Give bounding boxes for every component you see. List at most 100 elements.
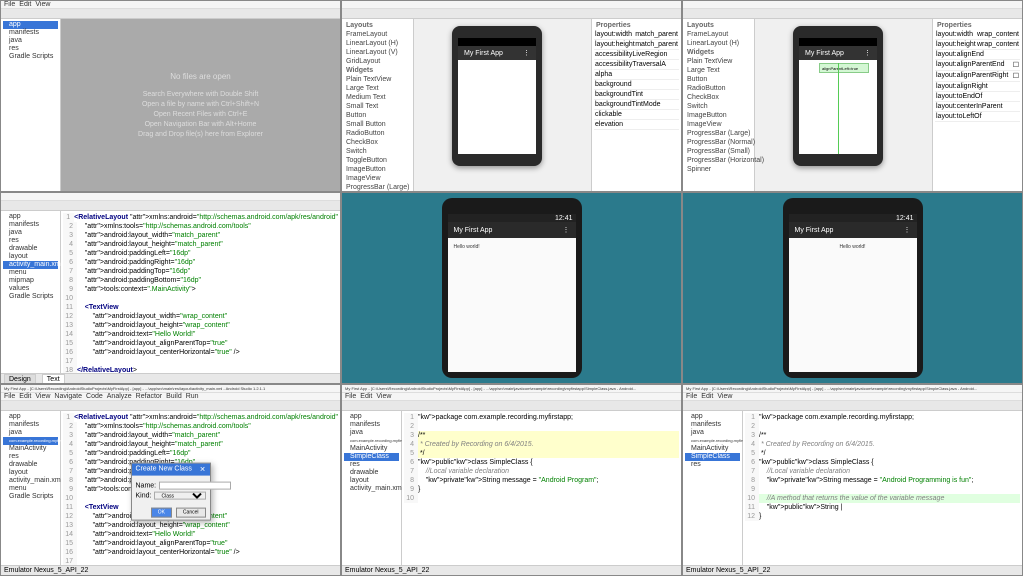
phone-content: Hello world! (789, 238, 917, 256)
titlebar: My First App - [C:\Users\Recording\Andro… (1, 385, 340, 393)
phone-content: Hello world! (448, 238, 576, 256)
cancel-button[interactable]: Cancel (176, 508, 206, 518)
props-header: Properties (594, 21, 679, 30)
panel-java-editor-2: My First App - [C:\Users\Recording\Andro… (682, 384, 1023, 576)
ok-button[interactable]: OK (151, 508, 172, 518)
w-ib[interactable]: ImageButton (344, 165, 411, 174)
w-rel[interactable]: GridLayout (344, 57, 411, 66)
tree-app[interactable]: app (3, 21, 58, 29)
device-appbar: My First App⋮ (799, 46, 877, 60)
project-tree[interactable]: app manifests java com.example.recording… (683, 411, 743, 575)
w-tg[interactable]: ToggleButton (344, 156, 411, 165)
xml-editor[interactable]: 1<RelativeLayout "attr">xmlns:android="h… (61, 211, 340, 373)
editor-empty: No files are open Search Everywhere with… (61, 19, 340, 191)
prop-row: layout:widthmatch_parent (594, 30, 679, 40)
palette-layouts-header: Layouts (344, 21, 411, 30)
create-class-dialog: Create New Class✕ Name: Kind:Class OK Ca… (131, 463, 211, 521)
toolbar (1, 401, 340, 411)
panel-xml-editor: app manifests java res drawable layout a… (0, 192, 341, 384)
menu-view[interactable]: View (35, 1, 50, 8)
project-tree[interactable]: app manifests java res drawable layout a… (1, 211, 61, 383)
titlebar: My First App - [C:\Users\Recording\Andro… (342, 385, 681, 393)
hint-3: Open Recent Files with Ctrl+E (154, 111, 248, 118)
hint-5: Drag and Drop file(s) here from Explorer (138, 131, 263, 138)
guide-line (838, 63, 839, 154)
properties-panel[interactable]: Properties layout:widthwrap_content layo… (932, 19, 1022, 191)
close-icon[interactable]: ✕ (200, 466, 206, 474)
w-frame[interactable]: FrameLayout (344, 30, 411, 39)
palette[interactable]: Layouts FrameLayout LinearLayout (H) Wid… (683, 19, 755, 191)
kind-select[interactable]: Class (154, 492, 205, 500)
menubar[interactable]: FileEditView (683, 393, 1022, 401)
device-appbar: My First App⋮ (458, 46, 536, 60)
panel-java-editor-1: My First App - [C:\Users\Recording\Andro… (341, 384, 682, 576)
tab-text[interactable]: Text (42, 374, 65, 384)
tree-gradle[interactable]: Gradle Scripts (3, 53, 58, 61)
phone-statusbar: 12:41 (789, 214, 917, 222)
name-label: Name: (136, 482, 157, 489)
name-input[interactable] (159, 482, 231, 490)
panel-designer-2: Layouts FrameLayout LinearLayout (H) Wid… (682, 0, 1023, 192)
status-bar: Emulator Nexus_5_API_22 (342, 565, 681, 575)
hint-1: Search Everywhere with Double Shift (143, 91, 259, 98)
project-tree[interactable]: app manifests java com.example.recording… (342, 411, 402, 575)
w-mt[interactable]: Medium Text (344, 93, 411, 102)
panel-emulator-1: 12:41 My First App⋮ Hello world! (341, 192, 682, 384)
menubar[interactable]: FileEditViewNavigateCodeAnalyzeRefactorB… (1, 393, 340, 401)
properties-panel[interactable]: Properties layout:widthmatch_parent layo… (591, 19, 681, 191)
palette[interactable]: Layouts FrameLayout LinearLayout (H) Lin… (342, 19, 414, 191)
drop-hint: alignParentLeft=true (819, 63, 869, 73)
toolbar (683, 9, 1022, 19)
w-pbl[interactable]: ProgressBar (Large) (344, 183, 411, 192)
toolbar (1, 9, 340, 19)
status-bar: Emulator Nexus_5_API_22 (683, 565, 1022, 575)
w-iv[interactable]: ImageView (344, 174, 411, 183)
menu-dots-icon: ⋮ (523, 49, 530, 57)
w-st[interactable]: Small Text (344, 102, 411, 111)
java-editor[interactable]: 1"kw">package com.example.recording.myfi… (402, 411, 681, 565)
w-linh[interactable]: LinearLayout (H) (344, 39, 411, 48)
status-bar: Emulator Nexus_5_API_22 (1, 565, 340, 575)
menubar[interactable]: FileEditView (342, 393, 681, 401)
panel-designer-1: Layouts FrameLayout LinearLayout (H) Lin… (341, 0, 682, 192)
project-tree[interactable]: app manifests java com.example.recording… (1, 411, 61, 575)
phone-appbar: My First App⋮ (789, 222, 917, 238)
w-btn[interactable]: Button (344, 111, 411, 120)
dialog-title: Create New Class✕ (132, 464, 210, 476)
tree-res[interactable]: res (3, 45, 58, 53)
menu-dots-icon[interactable]: ⋮ (904, 226, 911, 234)
emulator-device[interactable]: 12:41 My First App⋮ Hello world! (783, 198, 923, 378)
w-tv[interactable]: Plain TextView (344, 75, 411, 84)
menubar[interactable]: File Edit View (1, 1, 340, 9)
toolbar (1, 201, 340, 211)
menubar[interactable] (1, 193, 340, 201)
w-sw[interactable]: Switch (344, 147, 411, 156)
hint-4: Open Navigation Bar with Alt+Home (145, 121, 257, 128)
device-statusbar (799, 38, 877, 46)
java-editor[interactable]: 1"kw">package com.example.recording.myfi… (743, 411, 1022, 565)
menubar[interactable] (683, 1, 1022, 9)
emulator-device[interactable]: 12:41 My First App⋮ Hello world! (442, 198, 582, 378)
device-statusbar (458, 38, 536, 46)
menu-edit[interactable]: Edit (19, 1, 31, 8)
device-preview[interactable]: My First App⋮ alignParentLeft=true (793, 26, 883, 166)
device-preview[interactable]: My First App⋮ (452, 26, 542, 166)
toolbar (683, 401, 1022, 411)
toolbar (342, 9, 681, 19)
kind-label: Kind: (136, 492, 152, 499)
tree-manifests[interactable]: manifests (3, 29, 58, 37)
tree-java[interactable]: java (3, 37, 58, 45)
menu-dots-icon[interactable]: ⋮ (563, 226, 570, 234)
empty-title: No files are open (170, 72, 230, 81)
tab-design[interactable]: Design (4, 374, 36, 384)
editor-tabs[interactable]: Design Text (1, 373, 340, 383)
w-sbtn[interactable]: Small Button (344, 120, 411, 129)
w-rb[interactable]: RadioButton (344, 129, 411, 138)
titlebar: My First App - [C:\Users\Recording\Andro… (683, 385, 1022, 393)
w-lt[interactable]: Large Text (344, 84, 411, 93)
menubar[interactable] (342, 1, 681, 9)
project-tree[interactable]: app manifests java res Gradle Scripts (1, 19, 61, 191)
w-cb[interactable]: CheckBox (344, 138, 411, 147)
menu-file[interactable]: File (4, 1, 15, 8)
w-linv[interactable]: LinearLayout (V) (344, 48, 411, 57)
